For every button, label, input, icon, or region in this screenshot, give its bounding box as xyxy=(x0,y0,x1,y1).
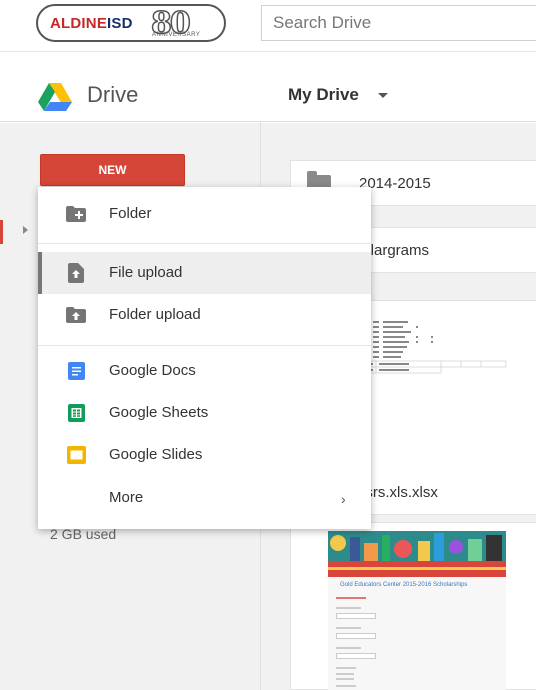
folder-plus-icon xyxy=(66,206,86,222)
menu-item-label: Google Sheets xyxy=(109,404,209,421)
logo-anniversary-text: ANNIVERSARY xyxy=(152,32,201,38)
menu-item-label: Google Docs xyxy=(109,362,196,379)
form-field xyxy=(336,653,376,659)
google-sheets-icon xyxy=(68,404,85,422)
form-line xyxy=(336,678,354,680)
form-title: Gold Educators Center 2015-2016 Scholars… xyxy=(340,582,468,588)
menu-item-google-docs[interactable]: Google Docs xyxy=(38,350,371,392)
chevron-right-icon: › xyxy=(341,491,346,507)
form-line xyxy=(336,685,356,687)
expand-arrow-icon[interactable] xyxy=(23,226,28,234)
form-line xyxy=(336,667,356,669)
menu-item-folder[interactable]: Folder xyxy=(38,193,371,235)
folder-upload-icon xyxy=(66,307,86,323)
drive-header: Drive My Drive xyxy=(0,52,536,122)
menu-item-file-upload[interactable]: File upload xyxy=(38,252,371,294)
menu-item-folder-upload[interactable]: Folder upload xyxy=(38,294,371,336)
form-banner-image xyxy=(328,531,506,577)
menu-item-google-slides[interactable]: Google Slides xyxy=(38,434,371,476)
menu-item-label: More xyxy=(109,489,144,506)
file-item-form[interactable]: Gold Educators Center 2015-2016 Scholars… xyxy=(290,522,536,690)
app-title[interactable]: Drive xyxy=(87,82,138,108)
google-drive-logo-icon[interactable] xyxy=(38,83,72,111)
menu-item-label: Folder upload xyxy=(109,306,201,323)
menu-divider xyxy=(38,243,371,244)
menu-item-google-sheets[interactable]: Google Sheets xyxy=(38,392,371,434)
top-bar: ALDINEISD 80 ANNIVERSARY xyxy=(0,0,536,52)
form-line xyxy=(336,607,361,609)
file-upload-icon xyxy=(68,263,84,283)
search-box[interactable] xyxy=(261,5,536,41)
caret-down-icon[interactable] xyxy=(378,93,388,98)
my-drive-breadcrumb[interactable]: My Drive xyxy=(288,85,359,105)
search-input[interactable] xyxy=(262,6,536,40)
google-slides-icon xyxy=(67,446,86,464)
form-line xyxy=(336,597,366,599)
aldine-isd-logo[interactable]: ALDINEISD 80 ANNIVERSARY xyxy=(36,4,226,42)
menu-divider xyxy=(38,345,371,346)
form-field xyxy=(336,633,376,639)
form-field xyxy=(336,613,376,619)
menu-item-label: Folder xyxy=(109,205,152,222)
menu-item-label: File upload xyxy=(109,264,183,281)
menu-item-more[interactable]: More › xyxy=(38,477,371,519)
form-line xyxy=(336,627,361,629)
logo-brand-red: ALDINE xyxy=(50,15,108,32)
form-line xyxy=(336,673,354,675)
new-menu: Folder File upload Folder upload Google … xyxy=(38,187,371,529)
menu-item-label: Google Slides xyxy=(109,446,203,463)
logo-text: ALDINEISD xyxy=(50,15,133,32)
google-docs-icon xyxy=(68,362,85,380)
logo-brand-blue: ISD xyxy=(107,15,133,32)
active-nav-indicator xyxy=(0,220,3,244)
form-line xyxy=(336,647,361,649)
new-button[interactable]: NEW xyxy=(40,154,185,186)
form-preview: Gold Educators Center 2015-2016 Scholars… xyxy=(328,577,506,690)
